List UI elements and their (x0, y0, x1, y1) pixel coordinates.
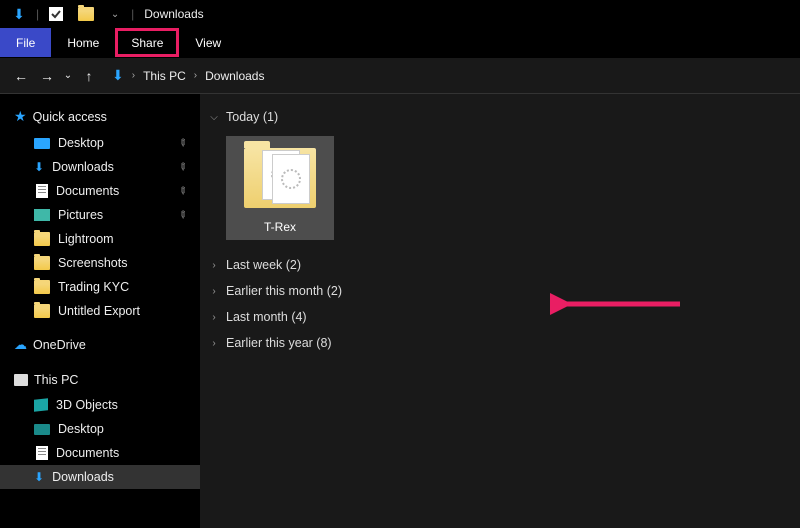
content-pane[interactable]: ⌵ Today (1) T-Rex › Last week (2) › Earl… (200, 94, 800, 528)
chevron-right-icon[interactable]: › (208, 312, 220, 323)
folder-icon (34, 256, 50, 270)
tab-home[interactable]: Home (51, 28, 115, 57)
cloud-icon: ☁ (14, 337, 27, 353)
sidebar-item-trading-kyc[interactable]: Trading KYC (0, 275, 200, 299)
sidebar-item-desktop-pc[interactable]: Desktop (0, 417, 200, 441)
sidebar-item-screenshots[interactable]: Screenshots (0, 251, 200, 275)
sidebar-quick-access[interactable]: ★ Quick access (0, 108, 200, 131)
tab-file[interactable]: File (0, 28, 51, 57)
crumb-downloads[interactable]: Downloads (205, 69, 264, 83)
monitor-icon (34, 138, 50, 149)
folder-icon (34, 280, 50, 294)
pin-icon: ✎ (175, 160, 189, 174)
back-button[interactable]: ← (8, 63, 34, 89)
group-last-month[interactable]: › Last month (4) (206, 304, 794, 330)
group-earlier-this-year[interactable]: › Earlier this year (8) (206, 330, 794, 356)
separator: | (131, 7, 134, 21)
sidebar-item-untitled-export[interactable]: Untitled Export (0, 299, 200, 323)
history-dropdown[interactable]: ⌄ (60, 63, 76, 89)
chevron-right-icon[interactable]: › (208, 286, 220, 297)
pc-icon (14, 374, 28, 386)
sidebar-item-documents[interactable]: Documents✎ (0, 179, 200, 203)
sidebar-item-documents-pc[interactable]: Documents (0, 441, 200, 465)
window-title: Downloads (144, 7, 203, 21)
tab-share[interactable]: Share (115, 28, 179, 57)
group-today-items: T-Rex (206, 130, 794, 252)
group-earlier-this-month[interactable]: › Earlier this month (2) (206, 278, 794, 304)
sidebar-item-3d-objects[interactable]: 3D Objects (0, 393, 200, 417)
3d-objects-icon (34, 398, 48, 411)
group-last-week[interactable]: › Last week (2) (206, 252, 794, 278)
pin-icon: ✎ (175, 208, 189, 222)
folder-icon (34, 232, 50, 246)
sidebar-item-pictures[interactable]: Pictures✎ (0, 203, 200, 227)
chevron-right-icon[interactable]: › (208, 338, 220, 349)
download-icon: ⬇ (34, 470, 44, 484)
download-icon: ⬇ (34, 160, 44, 174)
document-icon (36, 446, 48, 460)
sidebar: ★ Quick access Desktop✎ ⬇Downloads✎ Docu… (0, 94, 200, 528)
download-icon: ⬇ (10, 5, 28, 23)
crumb-this-pc[interactable]: This PC (143, 69, 186, 83)
chevron-right-icon[interactable]: › (132, 70, 135, 81)
sidebar-this-pc[interactable]: This PC (0, 373, 200, 393)
chevron-down-icon[interactable]: ⌵ (208, 112, 220, 123)
ribbon-tabs: File Home Share View (0, 28, 800, 58)
sidebar-item-lightroom[interactable]: Lightroom (0, 227, 200, 251)
folder-icon (77, 5, 95, 23)
file-t-rex[interactable]: T-Rex (226, 136, 334, 240)
sidebar-item-downloads[interactable]: ⬇Downloads✎ (0, 155, 200, 179)
nav-toolbar: ← → ⌄ ↑ ⬇ › This PC › Downloads (0, 58, 800, 94)
star-icon: ★ (14, 108, 27, 125)
sidebar-item-downloads-pc[interactable]: ⬇Downloads (0, 465, 200, 489)
chevron-right-icon[interactable]: › (194, 70, 197, 81)
up-button[interactable]: ↑ (76, 63, 102, 89)
pictures-icon (34, 209, 50, 221)
pin-icon: ✎ (175, 136, 189, 150)
location-icon: ⬇ (112, 67, 124, 84)
file-label: T-Rex (264, 220, 296, 234)
compressed-folder-icon (236, 142, 324, 214)
document-icon (36, 184, 48, 198)
sidebar-onedrive[interactable]: ☁OneDrive (0, 337, 200, 359)
chevron-right-icon[interactable]: › (208, 260, 220, 271)
pin-icon: ✎ (175, 184, 189, 198)
checkbox-icon[interactable] (47, 5, 65, 23)
group-today[interactable]: ⌵ Today (1) (206, 104, 794, 130)
sidebar-header-label: Quick access (33, 110, 107, 124)
sidebar-item-desktop[interactable]: Desktop✎ (0, 131, 200, 155)
folder-icon (34, 304, 50, 318)
tab-view[interactable]: View (179, 28, 237, 57)
breadcrumb[interactable]: ⬇ › This PC › Downloads (112, 67, 264, 84)
forward-button[interactable]: → (34, 63, 60, 89)
qat-dropdown-icon[interactable]: ⌄ (107, 5, 123, 23)
monitor-icon (34, 424, 50, 435)
titlebar: ⬇ | ⌄ | Downloads (0, 0, 800, 28)
separator: | (36, 7, 39, 21)
